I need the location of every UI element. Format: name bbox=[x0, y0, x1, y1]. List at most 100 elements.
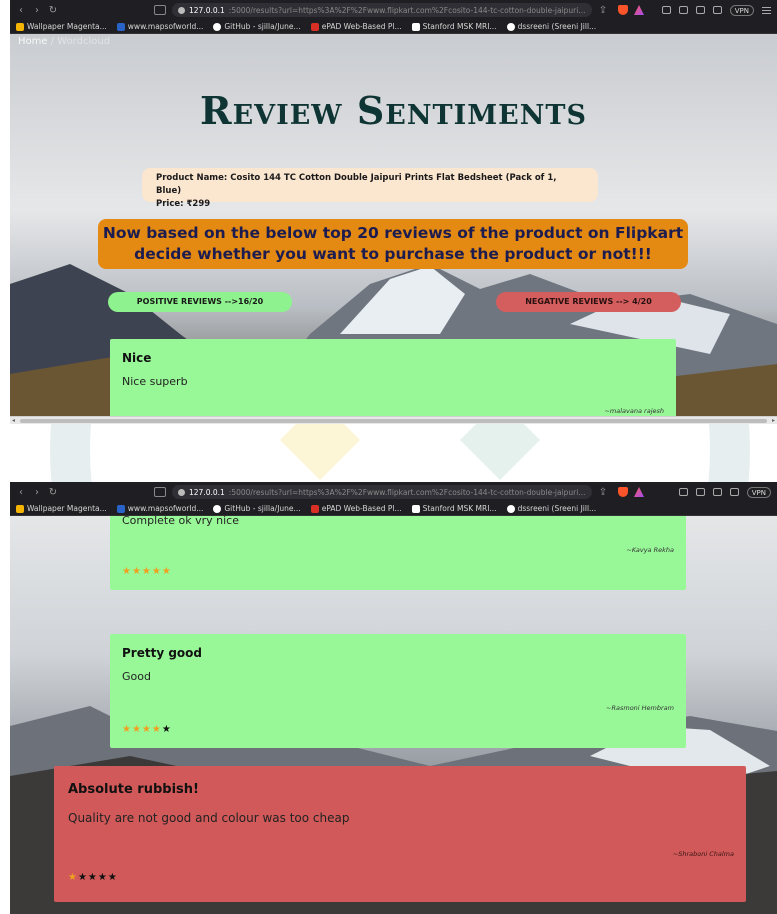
rating-stars: ★★★★★ bbox=[122, 724, 172, 735]
page-viewport: Complete ok vry nice ~Kavya Rekha ★★★★★ … bbox=[10, 516, 777, 914]
review-card: Complete ok vry nice ~Kavya Rekha ★★★★★ bbox=[110, 516, 686, 590]
review-card: Pretty good Good ~Rasmoni Hembram ★★★★★ bbox=[110, 634, 686, 748]
bookmark-favicon-icon bbox=[411, 22, 420, 31]
bookmark-favicon-icon bbox=[16, 504, 24, 513]
extensions-icon[interactable] bbox=[678, 488, 688, 496]
bookmark-favicon-icon bbox=[310, 504, 319, 513]
review-text: Nice superb bbox=[122, 375, 188, 388]
positive-reviews-badge: POSITIVE REVIEWS -->16/20 bbox=[108, 292, 292, 312]
vpn-button[interactable]: VPN bbox=[729, 4, 754, 16]
back-icon[interactable]: ‹ bbox=[16, 5, 26, 16]
review-card: Nice Nice superb ~malavana rajesh bbox=[110, 339, 676, 424]
url-host: 127.0.0.1 bbox=[189, 5, 225, 15]
breadcrumb-home-link[interactable]: Home bbox=[18, 36, 48, 47]
share-icon[interactable]: ⇪ bbox=[598, 487, 608, 498]
bookmark-item[interactable]: Wallpaper Magenta... bbox=[16, 22, 107, 31]
review-card: Absolute rubbish! Quality are not good a… bbox=[54, 766, 746, 902]
site-info-icon[interactable] bbox=[178, 6, 185, 14]
reload-icon[interactable]: ↻ bbox=[48, 487, 58, 498]
negative-reviews-badge: NEGATIVE REVIEWS --> 4/20 bbox=[496, 292, 681, 312]
document-page: ‹ › ↻ 127.0.0.1 :5000/results?url=https%… bbox=[0, 0, 777, 914]
review-author: ~Shraboni Chalma bbox=[672, 850, 734, 858]
bookmark-item[interactable]: Wallpaper Magenta... bbox=[16, 504, 107, 513]
bookmark-item[interactable]: www.mapsofworld... bbox=[116, 504, 203, 513]
page-viewport: Home / Wordcloud Review Sentiments Produ… bbox=[10, 34, 777, 424]
bookmark-favicon-icon bbox=[116, 22, 125, 31]
review-text: Quality are not good and colour was too … bbox=[68, 811, 350, 825]
extensions-icon[interactable] bbox=[661, 6, 671, 14]
bookmark-item[interactable]: www.mapsofworld... bbox=[116, 22, 203, 31]
site-info-icon[interactable] bbox=[178, 488, 185, 496]
page-title: Review Sentiments bbox=[199, 88, 588, 133]
browser-toolbar: ‹ › ↻ 127.0.0.1 :5000/results?url=https%… bbox=[10, 0, 777, 20]
star-empty-icon: ★ bbox=[161, 724, 172, 735]
bookmark-item[interactable]: dssreeni (Sreeni Jill... bbox=[506, 22, 596, 31]
forward-icon[interactable]: › bbox=[32, 487, 42, 498]
bookmark-item[interactable]: ePAD Web-Based Pl... bbox=[310, 22, 402, 31]
screenshot-bottom: ‹ › ↻ 127.0.0.1 :5000/results?url=https%… bbox=[10, 482, 777, 914]
breadcrumb-current-link[interactable]: Wordcloud bbox=[57, 36, 110, 47]
bookmarks-bar: Wallpaper Magenta... www.mapsofworld... … bbox=[10, 20, 777, 34]
reload-icon[interactable]: ↻ bbox=[48, 5, 58, 16]
bookmark-item[interactable]: GitHub - sjilla/June... bbox=[213, 22, 301, 31]
scroll-left-icon[interactable]: ◂ bbox=[12, 417, 15, 424]
rating-stars: ★★★★★ bbox=[68, 872, 118, 883]
address-bar[interactable]: 127.0.0.1 :5000/results?url=https%3A%2F%… bbox=[172, 3, 592, 17]
vpn-button[interactable]: VPN bbox=[746, 486, 771, 498]
leo-icon[interactable] bbox=[712, 6, 722, 14]
bookmarks-bar: Wallpaper Magenta... www.mapsofworld... … bbox=[10, 502, 777, 516]
github-icon bbox=[213, 504, 222, 513]
bookmark-favicon-icon bbox=[16, 22, 24, 31]
rating-stars: ★★★★★ bbox=[122, 566, 172, 577]
address-bar[interactable]: 127.0.0.1 :5000/results?url=https%3A%2F%… bbox=[172, 485, 592, 499]
bookmark-page-icon[interactable] bbox=[154, 5, 166, 15]
forward-icon[interactable]: › bbox=[32, 5, 42, 16]
leo-icon[interactable] bbox=[729, 488, 739, 496]
bookmark-item[interactable]: ePAD Web-Based Pl... bbox=[310, 504, 402, 513]
product-info-box: Product Name: Cosito 144 TC Cotton Doubl… bbox=[142, 168, 598, 209]
product-price: Price: ₹299 bbox=[156, 199, 211, 209]
bookmark-favicon-icon bbox=[116, 504, 125, 513]
review-title: Nice bbox=[122, 351, 152, 365]
review-author: ~malavana rajesh bbox=[604, 407, 664, 415]
scroll-right-icon[interactable]: ▸ bbox=[772, 417, 775, 424]
review-text: Complete ok vry nice bbox=[122, 516, 239, 527]
url-host: 127.0.0.1 bbox=[189, 487, 225, 497]
review-text: Good bbox=[122, 670, 151, 683]
bookmark-item[interactable]: Stanford MSK MRI... bbox=[411, 22, 497, 31]
back-icon[interactable]: ‹ bbox=[16, 487, 26, 498]
breadcrumb: Home / Wordcloud bbox=[18, 36, 111, 47]
url-path: :5000/results?url=https%3A%2F%2Fwww.flip… bbox=[228, 5, 586, 15]
brave-rewards-icon[interactable] bbox=[634, 487, 644, 497]
wallet-icon[interactable] bbox=[695, 6, 705, 14]
wallet-icon[interactable] bbox=[712, 488, 722, 496]
url-path: :5000/results?url=https%3A%2F%2Fwww.flip… bbox=[228, 487, 586, 497]
review-title: Pretty good bbox=[122, 646, 202, 660]
screenshot-top: ‹ › ↻ 127.0.0.1 :5000/results?url=https%… bbox=[10, 0, 777, 424]
review-author: ~Rasmoni Hembram bbox=[606, 704, 674, 712]
review-title: Absolute rubbish! bbox=[68, 782, 199, 797]
menu-icon[interactable] bbox=[762, 6, 771, 14]
star-empty-icon: ★★★★ bbox=[77, 872, 118, 883]
bookmark-favicon-icon bbox=[411, 504, 420, 513]
decision-banner: Now based on the below top 20 reviews of… bbox=[98, 219, 688, 269]
share-icon[interactable]: ⇪ bbox=[598, 5, 608, 16]
bookmark-item[interactable]: GitHub - sjilla/June... bbox=[213, 504, 301, 513]
bookmark-item[interactable]: Stanford MSK MRI... bbox=[411, 504, 497, 513]
github-icon bbox=[506, 22, 515, 31]
sidebar-icon[interactable] bbox=[695, 488, 705, 496]
star-filled-icon: ★ bbox=[68, 872, 78, 883]
github-icon bbox=[213, 22, 222, 31]
bookmark-item[interactable]: dssreeni (Sreeni Jill... bbox=[506, 504, 596, 513]
horizontal-scrollbar[interactable]: ◂ ▸ bbox=[10, 416, 777, 424]
brave-rewards-icon[interactable] bbox=[634, 5, 644, 15]
brave-shields-icon[interactable] bbox=[618, 5, 628, 15]
product-name: Product Name: Cosito 144 TC Cotton Doubl… bbox=[156, 173, 557, 196]
bookmark-page-icon[interactable] bbox=[154, 487, 166, 497]
review-author: ~Kavya Rekha bbox=[626, 546, 674, 554]
sidebar-icon[interactable] bbox=[678, 6, 688, 14]
brave-shields-icon[interactable] bbox=[618, 487, 628, 497]
scrollbar-thumb[interactable] bbox=[20, 419, 767, 423]
browser-toolbar: ‹ › ↻ 127.0.0.1 :5000/results?url=https%… bbox=[10, 482, 777, 502]
star-filled-icon: ★★★★ bbox=[122, 724, 162, 735]
